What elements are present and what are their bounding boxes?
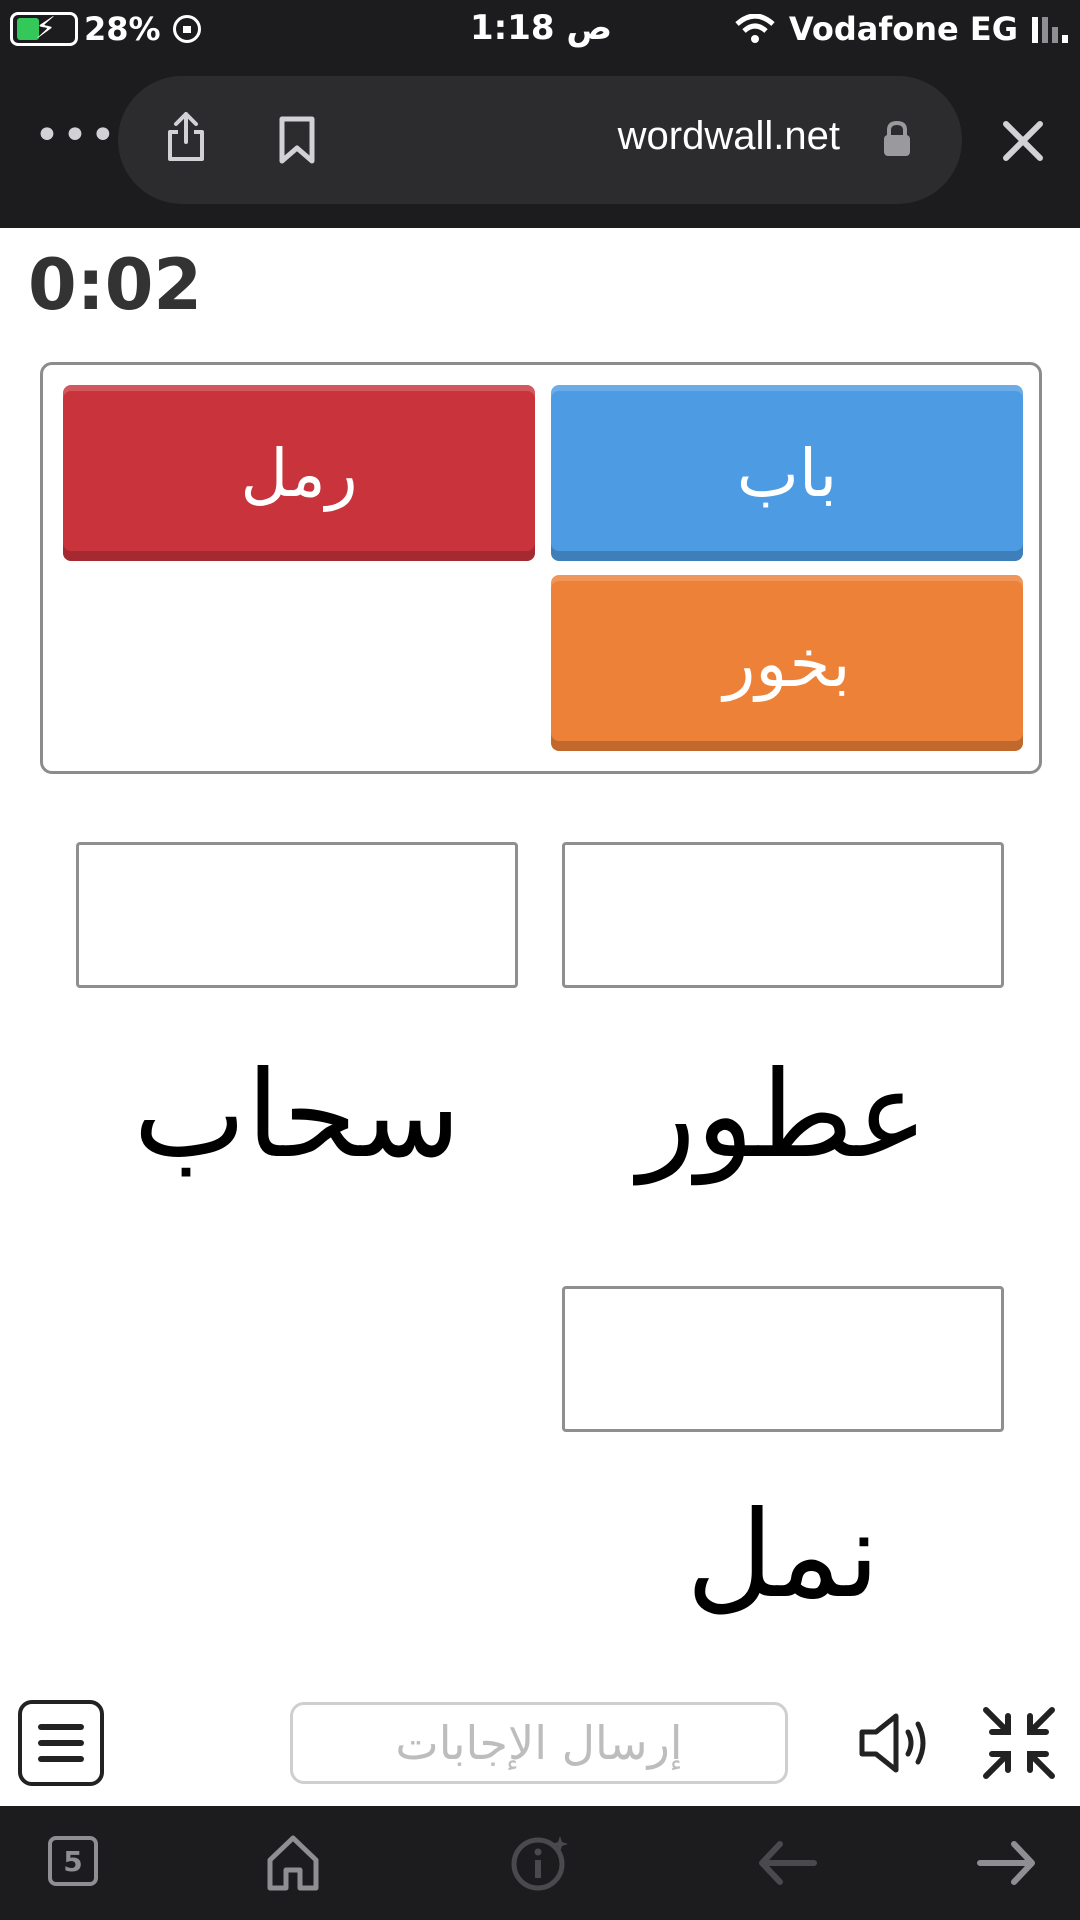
submit-answers-button[interactable]: إرسال الإجابات [290, 1702, 788, 1784]
target-word: سحاب [133, 1046, 461, 1185]
exit-fullscreen-icon[interactable] [980, 1704, 1058, 1782]
target-word: عطور [638, 1046, 928, 1185]
drop-slot[interactable] [562, 1286, 1004, 1432]
status-time: 1:18 ص [470, 8, 613, 48]
tile-bank: رمل باب بخور [40, 362, 1042, 774]
bookmark-icon[interactable] [278, 116, 316, 164]
status-left: ⚡ 28% [10, 10, 201, 48]
close-icon[interactable] [1000, 118, 1046, 164]
battery-icon: ⚡ [10, 11, 78, 46]
wifi-icon [735, 14, 775, 43]
info-icon[interactable] [510, 1834, 572, 1892]
address-bar[interactable]: wordwall.net [118, 76, 962, 204]
browser-nav-bar: 5 [0, 1806, 1080, 1920]
orientation-lock-icon [172, 15, 201, 43]
menu-icon[interactable] [18, 1700, 104, 1786]
target-word: نمل [686, 1486, 880, 1625]
lock-icon [884, 120, 910, 156]
game-timer: 0:02 [28, 244, 203, 326]
more-icon[interactable]: ••• [34, 114, 118, 158]
forward-arrow-icon[interactable] [976, 1834, 1038, 1892]
home-icon[interactable] [266, 1834, 320, 1892]
battery-percent: 28% [84, 10, 161, 48]
browser-chrome: ⚡ 28% 1:18 ص Vodafone EG ••• wordwall.ne… [0, 0, 1080, 228]
status-bar: ⚡ 28% 1:18 ص Vodafone EG [0, 0, 1080, 56]
status-right: Vodafone EG [735, 10, 1068, 48]
url-host[interactable]: wordwall.net [618, 114, 840, 159]
drop-slot[interactable] [76, 842, 518, 988]
carrier-name: Vodafone EG [788, 10, 1018, 48]
word-tile[interactable]: رمل [63, 385, 535, 561]
drop-slot[interactable] [562, 842, 1004, 988]
word-tile[interactable]: باب [551, 385, 1023, 561]
back-arrow-icon[interactable] [756, 1834, 818, 1892]
signal-icon [1032, 15, 1068, 43]
tabs-icon[interactable]: 5 [48, 1836, 98, 1886]
word-tile[interactable]: بخور [551, 575, 1023, 751]
sound-icon[interactable] [856, 1708, 936, 1778]
share-icon[interactable] [166, 112, 206, 162]
